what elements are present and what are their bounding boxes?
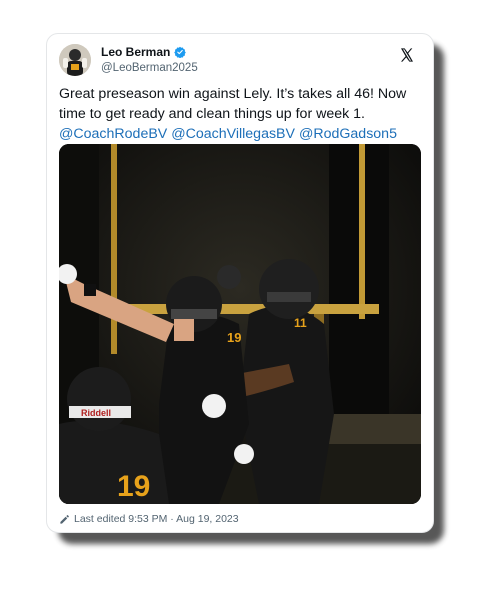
tweet-photo[interactable]: 11 19 Riddell 19 — [59, 144, 421, 504]
verified-badge-icon — [174, 46, 187, 58]
tweet-body: Great preseason win against Lely. It’s t… — [59, 86, 407, 122]
author-name-row[interactable]: Leo Berman — [101, 45, 187, 59]
tweet-card[interactable]: Leo Berman @LeoBerman2025 Great preseaso… — [46, 33, 434, 533]
mention-link[interactable]: @CoachVillegasBV — [171, 126, 295, 142]
x-logo-icon[interactable] — [399, 47, 415, 63]
pencil-icon — [60, 514, 69, 524]
tweet-text: Great preseason win against Lely. It’s t… — [59, 84, 421, 144]
tweet-header: Leo Berman @LeoBerman2025 — [59, 44, 421, 80]
author-handle[interactable]: @LeoBerman2025 — [101, 62, 198, 74]
helmet-brand-label: Riddell — [81, 408, 111, 418]
avatar[interactable] — [59, 44, 91, 76]
football-celebration-image: 11 19 Riddell 19 — [59, 144, 421, 504]
jersey-number-label: 19 — [117, 470, 150, 503]
mention-link[interactable]: @RodGadson5 — [299, 126, 397, 142]
mention-link[interactable]: @CoachRodeBV — [59, 126, 167, 142]
jersey-number-label: 11 — [294, 316, 307, 330]
tweet-footer: Last edited 9:53 PM · Aug 19, 2023 — [59, 513, 239, 525]
jersey-number-label: 19 — [227, 330, 241, 345]
edited-timestamp[interactable]: Last edited 9:53 PM · Aug 19, 2023 — [74, 513, 239, 525]
author-name[interactable]: Leo Berman — [101, 45, 170, 59]
